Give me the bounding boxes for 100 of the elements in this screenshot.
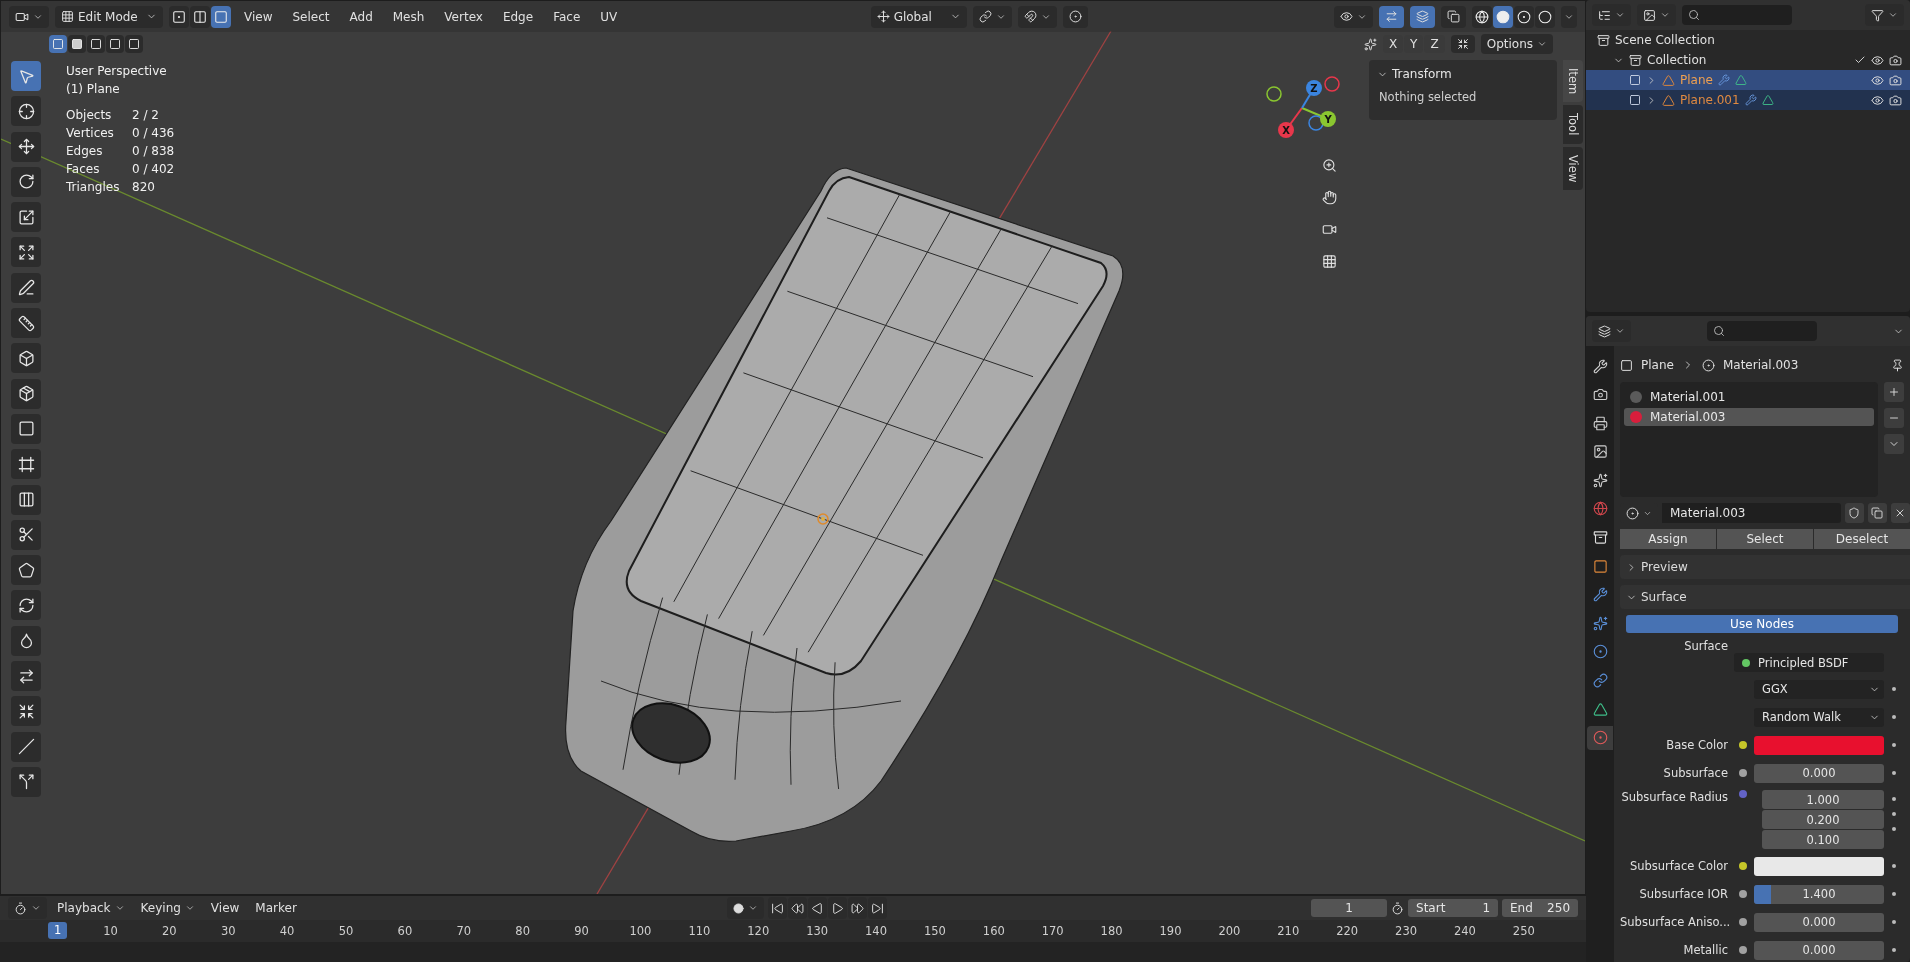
frame-number: 210: [1276, 923, 1301, 940]
outliner-row[interactable]: Plane.001: [1586, 90, 1910, 110]
frame-number: 80: [514, 923, 531, 940]
field-label: Surface: [1683, 639, 1729, 653]
field-label: Subsurface Radius: [1620, 790, 1729, 804]
start-frame-field[interactable]: Start 1: [1408, 899, 1498, 917]
slot-name: Material.003: [1650, 410, 1726, 424]
menu-item[interactable]: UV: [593, 9, 625, 24]
outliner-row[interactable]: Collection: [1586, 50, 1910, 70]
frame-number: 160: [981, 923, 1006, 940]
frame-number: 20: [161, 923, 178, 940]
axis-toggle[interactable]: Z: [1424, 35, 1445, 53]
menu-item[interactable]: Edge: [495, 9, 541, 24]
sidebar-tab[interactable]: View: [1563, 146, 1583, 190]
outliner-label: Plane: [1680, 73, 1713, 87]
active-object: (1) Plane: [66, 81, 121, 98]
menu-item[interactable]: Keying: [134, 897, 201, 919]
frame-number: 110: [687, 923, 712, 940]
outliner-row[interactable]: Plane: [1586, 70, 1910, 90]
menu-item[interactable]: Marker: [249, 897, 303, 919]
outliner-row[interactable]: Scene Collection: [1586, 30, 1910, 50]
field-label: Subsurface IOR: [1638, 887, 1729, 901]
frame-number: 250: [1511, 923, 1536, 940]
sidebar-tab[interactable]: Tool: [1563, 105, 1583, 144]
frame-number: 240: [1452, 923, 1477, 940]
shader-field[interactable]: Principled BSDF: [1734, 653, 1884, 672]
number-field[interactable]: 0.000: [1754, 763, 1884, 783]
axis-toggle[interactable]: X: [1382, 35, 1404, 53]
frame-number: 200: [1217, 923, 1242, 940]
navigation-gizmo[interactable]: X Y Z: [1264, 72, 1344, 144]
number-field[interactable]: 0.000: [1754, 940, 1884, 960]
breadcrumb-item: Material.003: [1722, 358, 1799, 372]
orientation-dropdown[interactable]: Global: [870, 5, 967, 28]
frame-number: 150: [922, 923, 947, 940]
stat-label: Faces: [66, 161, 101, 178]
empty-message: Nothing selected: [1378, 90, 1478, 104]
stat-value: 0 / 436: [132, 125, 176, 142]
frame-number: 170: [1040, 923, 1065, 940]
menu-item[interactable]: Playback: [51, 897, 131, 919]
frame-number: 10: [102, 923, 119, 940]
current-frame-field[interactable]: 1: [1311, 899, 1387, 917]
breadcrumb-item: Plane: [1641, 358, 1674, 372]
panel-title: Transform: [1392, 67, 1452, 81]
dropdown[interactable]: GGX: [1754, 679, 1884, 699]
number-field[interactable]: 0.000: [1754, 912, 1884, 932]
use-nodes-button[interactable]: Use Nodes: [1626, 615, 1898, 633]
dropdown[interactable]: Random Walk: [1754, 707, 1884, 727]
outliner-label: Collection: [1647, 53, 1707, 67]
stat-label: Vertices: [66, 125, 115, 142]
menu-item[interactable]: Mesh: [385, 9, 432, 24]
frame-number: 180: [1099, 923, 1124, 940]
section-title: Preview: [1641, 560, 1688, 574]
mode-dropdown[interactable]: Edit Mode: [55, 5, 163, 28]
material-slot[interactable]: Material.001: [1624, 388, 1874, 406]
end-frame-field[interactable]: End 250: [1502, 899, 1578, 917]
frame-number: 100: [628, 923, 653, 940]
frame-number: 30: [219, 923, 237, 940]
frame-number: 70: [455, 923, 473, 940]
stat-value: 820: [132, 179, 156, 196]
frame-number: 230: [1394, 923, 1418, 940]
material-slot[interactable]: Material.003: [1624, 408, 1874, 426]
stat-value: 0 / 838: [132, 143, 176, 160]
menu-item[interactable]: Add: [342, 9, 380, 24]
menu-item[interactable]: View: [237, 9, 280, 24]
slot-action-button[interactable]: Deselect: [1814, 529, 1910, 549]
field-label: Subsurface Aniso...: [1620, 915, 1732, 929]
slot-action-button[interactable]: Select: [1717, 529, 1813, 549]
menu-item[interactable]: Vertex: [437, 9, 490, 24]
material-name-field[interactable]: Material.003: [1662, 503, 1841, 523]
number-field[interactable]: 0.200: [1762, 810, 1884, 829]
frame-number: 40: [278, 923, 296, 940]
frame-number: 60: [396, 923, 414, 940]
slot-name: Material.001: [1650, 390, 1726, 404]
stat-label: Edges: [66, 143, 104, 160]
field-label: Base Color: [1665, 738, 1729, 752]
playhead[interactable]: 1: [48, 922, 68, 939]
frame-number: 190: [1158, 923, 1183, 940]
sidebar-tab[interactable]: Item: [1563, 60, 1583, 103]
menu-item[interactable]: Face: [546, 9, 588, 24]
stat-label: Objects: [66, 107, 113, 124]
menu-item[interactable]: Select: [285, 9, 337, 24]
section-title: Surface: [1641, 590, 1687, 604]
outliner-label: Scene Collection: [1615, 33, 1715, 47]
view-name: User Perspective: [66, 63, 168, 80]
section-header[interactable]: Surface: [1620, 585, 1910, 609]
axis-toggle[interactable]: Y: [1404, 35, 1424, 53]
stat-label: Triangles: [66, 179, 121, 196]
number-field[interactable]: 0.100: [1762, 830, 1884, 849]
field-label: Subsurface Color: [1628, 859, 1729, 873]
frame-number: 130: [805, 923, 830, 940]
outliner-label: Plane.001: [1680, 93, 1740, 107]
frame-number: 120: [746, 923, 771, 940]
slot-action-button[interactable]: Assign: [1620, 529, 1716, 549]
menu-item[interactable]: View: [204, 897, 246, 919]
field-label: Subsurface: [1662, 766, 1729, 780]
slider-field[interactable]: 1.400: [1754, 884, 1884, 904]
section-header[interactable]: Preview: [1620, 555, 1910, 579]
options-dropdown[interactable]: Options: [1480, 34, 1553, 54]
field-label: Metallic: [1682, 943, 1729, 957]
number-field[interactable]: 1.000: [1762, 790, 1884, 809]
